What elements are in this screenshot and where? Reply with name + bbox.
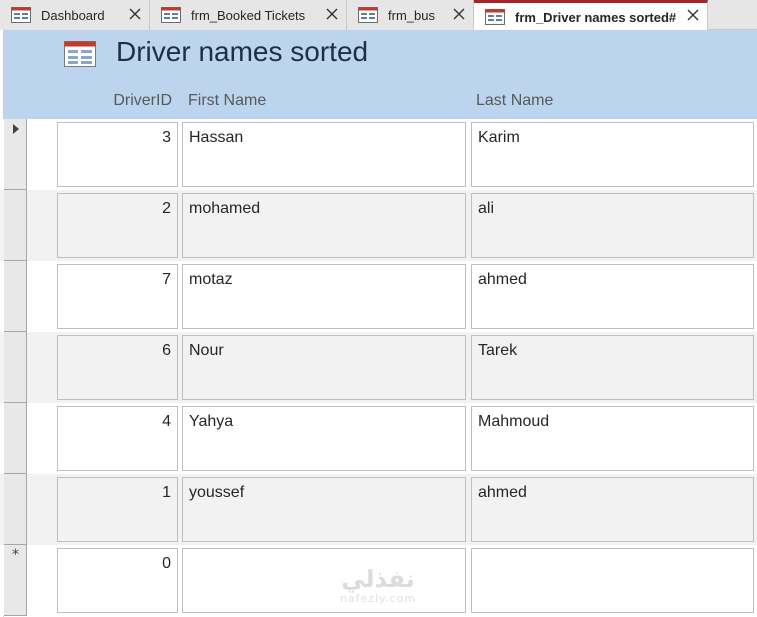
record-selector[interactable] bbox=[4, 474, 27, 545]
last-name-field[interactable]: ali bbox=[471, 193, 754, 258]
last-name-field[interactable]: Karim bbox=[471, 122, 754, 187]
record-row: 4 Yahya Mahmoud bbox=[0, 403, 757, 474]
column-header-first-name: First Name bbox=[188, 92, 267, 109]
record-row: 2 mohamed ali bbox=[0, 190, 757, 261]
first-name-field[interactable]: mohamed bbox=[182, 193, 466, 258]
tab-label: frm_bus bbox=[388, 7, 435, 23]
last-name-field[interactable]: ahmed bbox=[471, 264, 754, 329]
new-record-marker: * bbox=[12, 547, 19, 563]
last-name-field[interactable]: Tarek bbox=[471, 335, 754, 400]
last-name-field[interactable] bbox=[471, 548, 754, 613]
first-name-field[interactable] bbox=[182, 548, 466, 613]
tab-label: Dashboard bbox=[41, 7, 105, 23]
form-icon bbox=[161, 7, 181, 23]
record-row: 3 Hassan Karim bbox=[0, 119, 757, 190]
record-selector[interactable] bbox=[4, 403, 27, 474]
close-icon[interactable] bbox=[685, 7, 701, 23]
tab-frm-booked-tickets[interactable]: frm_Booked Tickets bbox=[150, 0, 347, 30]
form-icon bbox=[64, 41, 96, 67]
form-icon bbox=[485, 9, 505, 25]
form-header: Driver names sorted DriverID First Name … bbox=[4, 30, 757, 119]
form-title: Driver names sorted bbox=[116, 36, 369, 67]
driverid-field[interactable]: 6 bbox=[57, 335, 178, 400]
tab-dashboard[interactable]: Dashboard bbox=[0, 0, 150, 30]
tab-label: frm_Booked Tickets bbox=[191, 7, 306, 23]
first-name-field[interactable]: motaz bbox=[182, 264, 466, 329]
column-header-last-name: Last Name bbox=[476, 92, 554, 109]
record-row: 7 motaz ahmed bbox=[0, 261, 757, 332]
record-selector[interactable] bbox=[4, 190, 27, 261]
first-name-field[interactable]: youssef bbox=[182, 477, 466, 542]
column-header-driverid: DriverID bbox=[113, 92, 172, 109]
close-icon[interactable] bbox=[451, 6, 467, 22]
first-name-field[interactable]: Hassan bbox=[182, 122, 466, 187]
form-icon bbox=[358, 7, 378, 23]
form-icon bbox=[11, 7, 31, 23]
close-icon[interactable] bbox=[324, 6, 340, 22]
driverid-field[interactable]: 3 bbox=[57, 122, 178, 187]
document-tab-bar: Dashboard frm_Booked Tickets frm_bus frm… bbox=[0, 0, 757, 31]
record-selector[interactable] bbox=[4, 119, 27, 190]
driverid-field[interactable]: 1 bbox=[57, 477, 178, 542]
driverid-field[interactable]: 0 bbox=[57, 548, 178, 613]
driverid-field[interactable]: 2 bbox=[57, 193, 178, 258]
last-name-field[interactable]: ahmed bbox=[471, 477, 754, 542]
record-selector[interactable]: * bbox=[4, 545, 27, 616]
driverid-field[interactable]: 7 bbox=[57, 264, 178, 329]
record-selector[interactable] bbox=[4, 261, 27, 332]
record-row: 6 Nour Tarek bbox=[0, 332, 757, 403]
tab-frm-driver-names-sorted[interactable]: frm_Driver names sorted# bbox=[474, 0, 708, 31]
tab-label: frm_Driver names sorted# bbox=[515, 9, 677, 25]
close-icon[interactable] bbox=[127, 6, 143, 22]
first-name-field[interactable]: Yahya bbox=[182, 406, 466, 471]
record-row: 1 youssef ahmed bbox=[0, 474, 757, 545]
tab-frm-bus[interactable]: frm_bus bbox=[347, 0, 474, 30]
last-name-field[interactable]: Mahmoud bbox=[471, 406, 754, 471]
new-record-row: * 0 bbox=[0, 545, 757, 616]
current-record-arrow-icon bbox=[13, 124, 19, 134]
driverid-field[interactable]: 4 bbox=[57, 406, 178, 471]
access-window: Dashboard frm_Booked Tickets frm_bus frm… bbox=[0, 0, 757, 617]
first-name-field[interactable]: Nour bbox=[182, 335, 466, 400]
record-selector[interactable] bbox=[4, 332, 27, 403]
